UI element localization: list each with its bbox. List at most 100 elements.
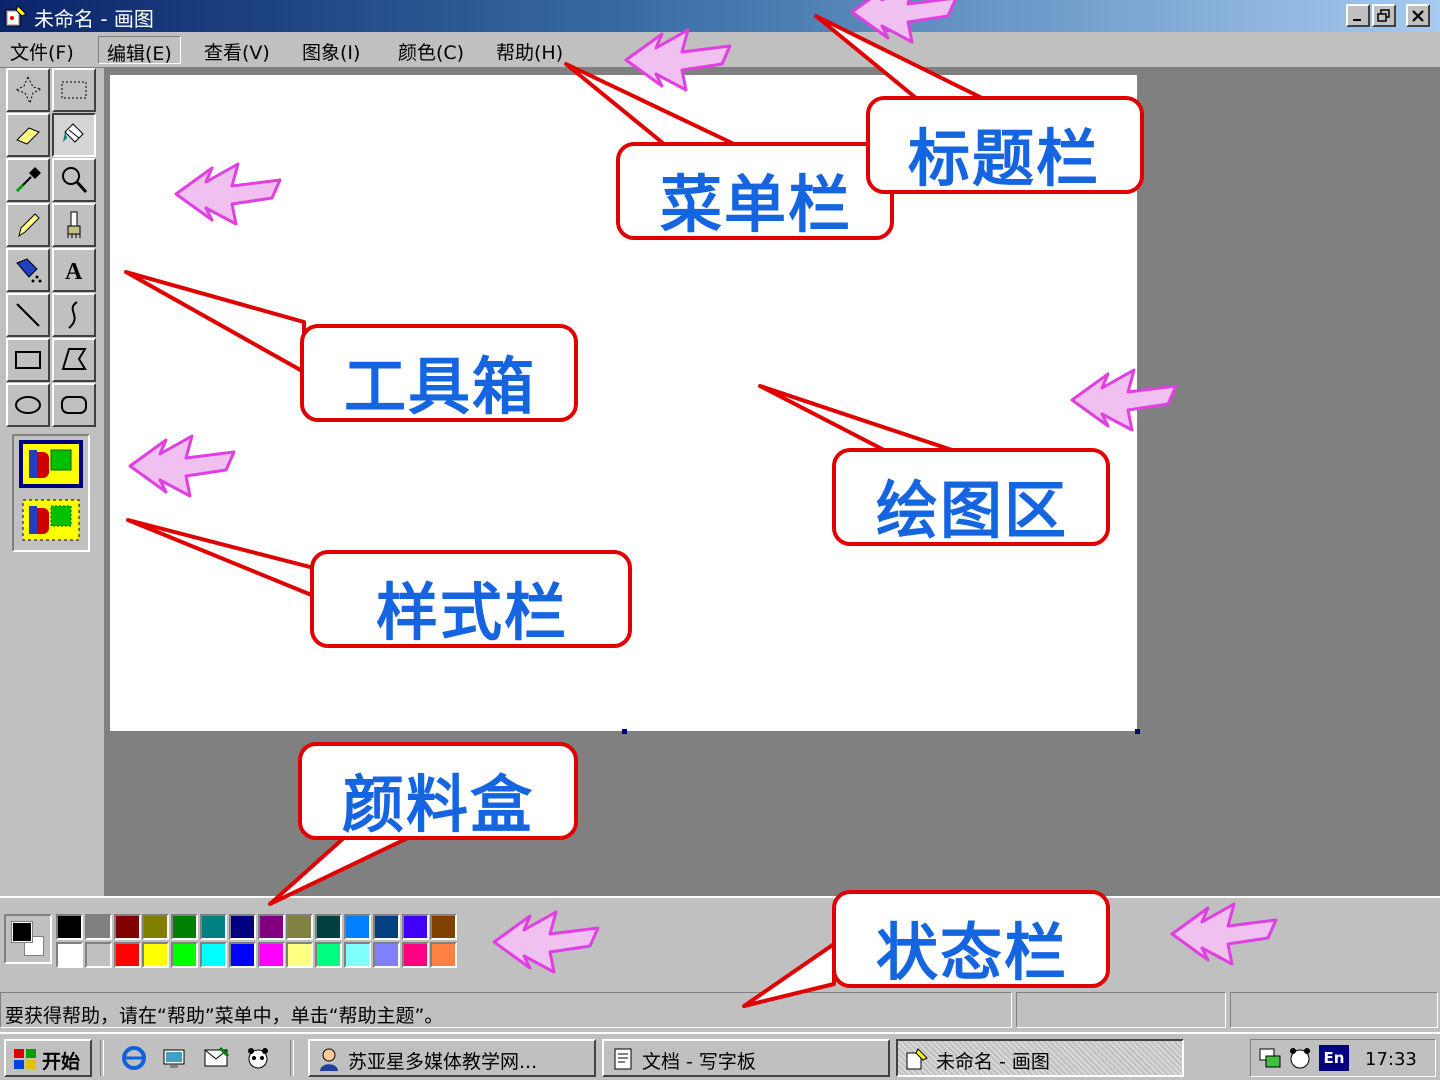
tool-line[interactable] bbox=[6, 293, 50, 337]
line-icon bbox=[16, 303, 40, 327]
tool-fill[interactable] bbox=[52, 113, 96, 157]
color-swatch[interactable] bbox=[344, 942, 371, 968]
task-paint[interactable]: 未命名 - 画图 bbox=[896, 1039, 1184, 1077]
eraser-icon bbox=[16, 127, 40, 145]
color-swatch[interactable] bbox=[401, 914, 429, 940]
color-swatch[interactable] bbox=[344, 914, 371, 940]
color-swatch[interactable] bbox=[84, 914, 112, 940]
outlook-icon[interactable] bbox=[202, 1044, 230, 1072]
color-swatch[interactable] bbox=[228, 914, 256, 940]
rounded-rect-icon bbox=[61, 396, 87, 414]
color-swatch[interactable] bbox=[84, 942, 112, 968]
network-icon[interactable] bbox=[1257, 1045, 1283, 1071]
menu-view[interactable]: 查看(V) bbox=[196, 36, 278, 64]
tool-pencil[interactable] bbox=[6, 203, 50, 247]
menu-bar: 文件(F) 编辑(E) 查看(V) 图象(I) 颜色(C) 帮助(H) bbox=[0, 32, 1440, 68]
teacher-icon bbox=[320, 1048, 338, 1071]
brush-icon bbox=[67, 211, 81, 238]
status-size-pane bbox=[1230, 992, 1438, 1028]
transparent-style-icon bbox=[22, 499, 80, 541]
tool-curve[interactable] bbox=[52, 293, 96, 337]
start-label: 开始 bbox=[42, 1051, 81, 1073]
task-multimedia-network[interactable]: 苏亚星多媒体教学网... bbox=[308, 1039, 596, 1077]
canvas-resize-handle-bottom[interactable] bbox=[622, 729, 627, 734]
color-swatch[interactable] bbox=[372, 942, 400, 968]
close-button[interactable] bbox=[1406, 4, 1430, 27]
ie-icon[interactable] bbox=[120, 1044, 148, 1072]
panda-tray-icon[interactable] bbox=[1287, 1045, 1313, 1071]
free-select-icon bbox=[14, 75, 43, 105]
tool-ellipse[interactable] bbox=[6, 383, 50, 427]
taskbar-separator bbox=[290, 1040, 294, 1076]
tool-airbrush[interactable] bbox=[6, 248, 50, 292]
color-swatch[interactable] bbox=[257, 914, 285, 940]
tool-eraser[interactable] bbox=[6, 113, 50, 157]
tool-rect-select[interactable] bbox=[52, 68, 96, 112]
menu-help[interactable]: 帮助(H) bbox=[488, 36, 571, 64]
color-swatch[interactable] bbox=[257, 942, 285, 968]
callout-label: 颜料盒 bbox=[342, 768, 535, 841]
tool-magnifier[interactable] bbox=[52, 158, 96, 202]
color-swatch[interactable] bbox=[171, 942, 199, 968]
text-icon: A bbox=[65, 259, 83, 285]
color-swatch[interactable] bbox=[315, 914, 343, 940]
color-swatch[interactable] bbox=[430, 914, 458, 940]
color-swatch[interactable] bbox=[56, 942, 83, 968]
show-desktop-icon[interactable] bbox=[160, 1044, 188, 1072]
callout-label: 标题栏 bbox=[908, 122, 1101, 195]
status-bar: 要获得帮助，请在“帮助”菜单中，单击“帮助主题”。 bbox=[0, 988, 1440, 1032]
callout-label: 状态栏 bbox=[876, 916, 1069, 989]
style-option-opaque[interactable] bbox=[19, 440, 83, 488]
color-swatch[interactable] bbox=[142, 914, 170, 940]
color-swatch[interactable] bbox=[200, 914, 227, 940]
paint-app-icon[interactable] bbox=[4, 4, 28, 28]
tool-brush[interactable] bbox=[52, 203, 96, 247]
color-swatch[interactable] bbox=[113, 942, 141, 968]
wordpad-icon bbox=[614, 1048, 632, 1070]
menu-image[interactable]: 图象(I) bbox=[294, 36, 368, 64]
color-swatch[interactable] bbox=[401, 942, 429, 968]
color-swatch[interactable] bbox=[113, 914, 141, 940]
restore-button[interactable] bbox=[1372, 4, 1396, 27]
task-label: 苏亚星多媒体教学网... bbox=[348, 1051, 538, 1073]
style-option-transparent[interactable] bbox=[19, 496, 83, 544]
rectangle-icon bbox=[15, 351, 41, 369]
pencil-icon bbox=[18, 213, 40, 238]
color-swatch[interactable] bbox=[286, 914, 314, 940]
color-swatch[interactable] bbox=[315, 942, 343, 968]
tool-color-picker[interactable] bbox=[6, 158, 50, 202]
tool-free-select[interactable] bbox=[6, 68, 50, 112]
canvas-resize-handle-corner[interactable] bbox=[1135, 729, 1140, 734]
menu-file[interactable]: 文件(F) bbox=[2, 36, 82, 64]
menu-colors[interactable]: 颜色(C) bbox=[390, 36, 472, 64]
color-swatch[interactable] bbox=[228, 942, 256, 968]
polygon-icon bbox=[61, 348, 87, 370]
eyedropper-icon bbox=[15, 167, 41, 193]
foreground-color bbox=[11, 921, 33, 943]
panda-icon[interactable] bbox=[244, 1044, 272, 1072]
clock[interactable]: 17:33 bbox=[1365, 1049, 1417, 1070]
callout-canvas: 绘图区 bbox=[832, 448, 1110, 547]
title-bar: 未命名 - 画图 bbox=[0, 0, 1440, 32]
ellipse-icon bbox=[15, 396, 41, 414]
color-swatch[interactable] bbox=[171, 914, 199, 940]
minimize-button[interactable] bbox=[1346, 4, 1370, 27]
tool-rounded-rect[interactable] bbox=[52, 383, 96, 427]
color-swatch[interactable] bbox=[200, 942, 227, 968]
color-swatch[interactable] bbox=[430, 942, 458, 968]
tool-polygon[interactable] bbox=[52, 338, 96, 382]
ime-indicator[interactable]: En bbox=[1319, 1045, 1349, 1071]
color-swatch[interactable] bbox=[286, 942, 314, 968]
canvas-resize-handle-right[interactable] bbox=[1135, 399, 1140, 404]
menu-edit[interactable]: 编辑(E) bbox=[98, 36, 181, 65]
color-swatch[interactable] bbox=[372, 914, 400, 940]
color-swatch[interactable] bbox=[56, 914, 83, 940]
task-label: 文档 - 写字板 bbox=[642, 1051, 756, 1073]
color-swatch[interactable] bbox=[142, 942, 170, 968]
tool-text[interactable]: A bbox=[52, 248, 96, 292]
tool-rectangle[interactable] bbox=[6, 338, 50, 382]
start-button[interactable]: 开始 bbox=[4, 1039, 92, 1077]
status-message: 要获得帮助，请在“帮助”菜单中，单击“帮助主题”。 bbox=[5, 1005, 444, 1027]
color-palette bbox=[0, 896, 1440, 988]
task-wordpad[interactable]: 文档 - 写字板 bbox=[602, 1039, 890, 1077]
